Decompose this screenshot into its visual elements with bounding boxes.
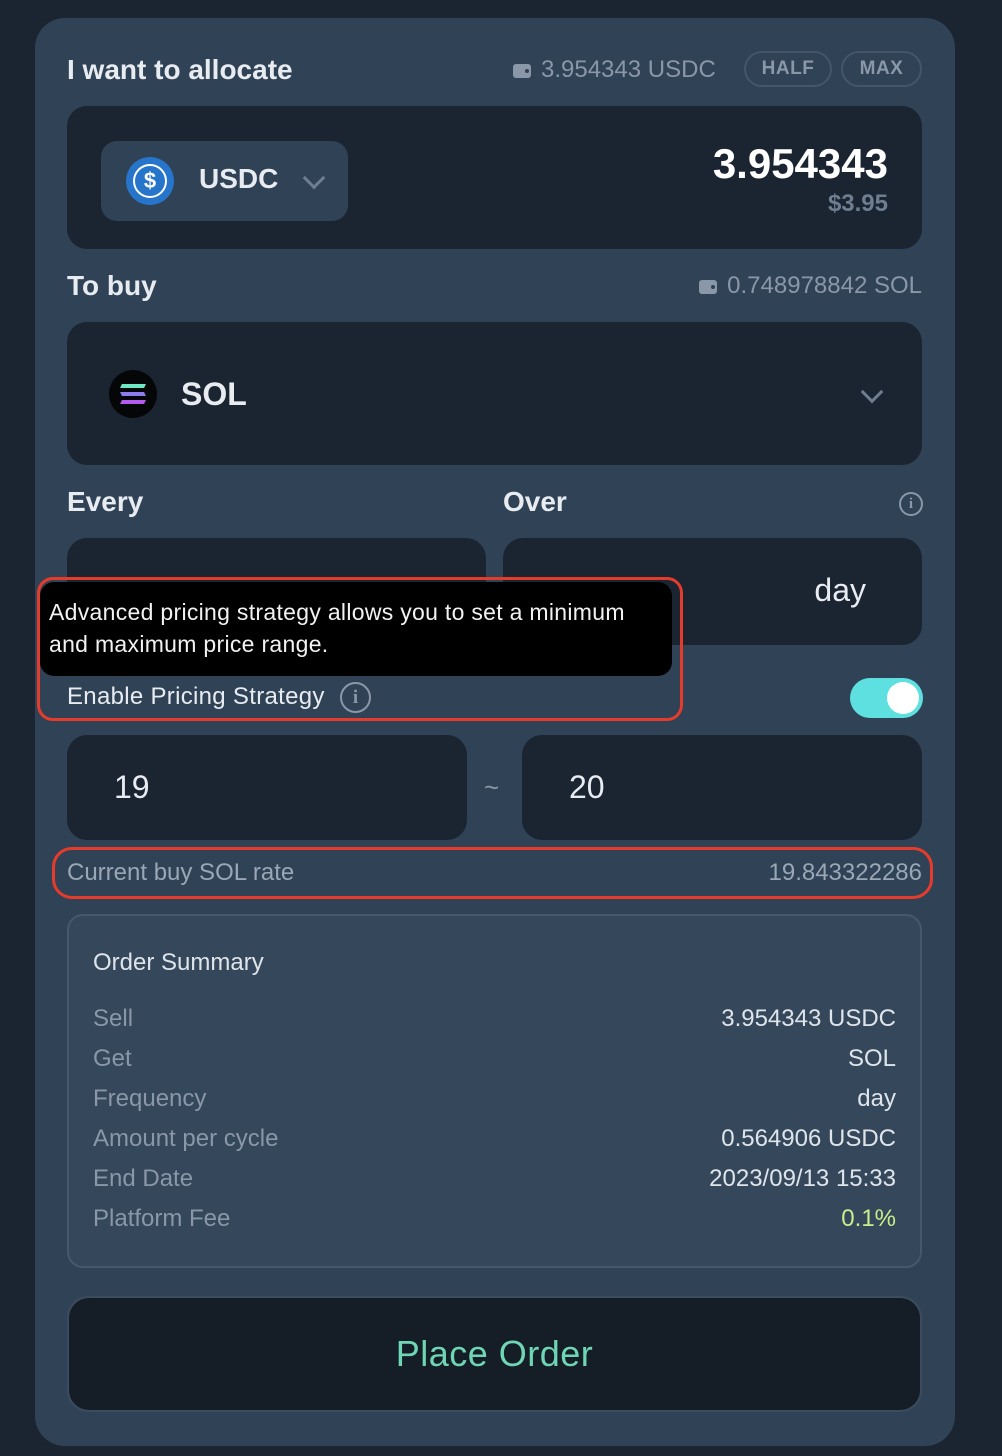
buy-label: To buy xyxy=(67,270,157,301)
buy-balance: 0.748978842 SOL xyxy=(699,272,922,300)
range-separator: ~ xyxy=(484,772,500,802)
summary-row-platform-fee: Platform Fee 0.1% xyxy=(93,1205,896,1233)
summary-value: day xyxy=(857,1085,896,1112)
allocate-usd-value: $3.95 xyxy=(827,190,888,217)
summary-row-amount-per-cycle: Amount per cycle 0.564906 USDC xyxy=(93,1125,896,1153)
chevron-down-icon xyxy=(302,166,326,190)
usdc-icon: $ xyxy=(126,157,174,205)
summary-row-end-date: End Date 2023/09/13 15:33 xyxy=(93,1165,896,1193)
min-price-input[interactable]: 19 xyxy=(67,735,467,840)
summary-label: Amount per cycle xyxy=(93,1125,279,1152)
max-price-input[interactable]: 20 xyxy=(522,735,922,840)
highlight-tooltip-outline xyxy=(37,577,683,721)
wallet-icon xyxy=(513,63,531,78)
info-icon[interactable]: i xyxy=(899,492,923,516)
summary-row-sell: Sell 3.954343 USDC xyxy=(93,1005,896,1033)
place-order-label: Place Order xyxy=(395,1333,594,1374)
over-unit: day xyxy=(814,572,866,608)
summary-value: 3.954343 USDC xyxy=(721,1005,896,1032)
place-order-button[interactable]: Place Order xyxy=(67,1296,922,1412)
allocate-label: I want to allocate xyxy=(67,54,293,85)
token-selector-sol[interactable]: SOL xyxy=(67,322,922,465)
summary-label: Get xyxy=(93,1045,132,1072)
highlight-rate-outline xyxy=(52,847,933,899)
over-label: Over xyxy=(503,486,567,517)
summary-value: 0.564906 USDC xyxy=(721,1125,896,1152)
summary-label: Platform Fee xyxy=(93,1205,231,1232)
summary-label: End Date xyxy=(93,1165,194,1192)
summary-row-frequency: Frequency day xyxy=(93,1085,896,1113)
token-label-sol: SOL xyxy=(181,376,247,412)
every-label: Every xyxy=(67,486,144,517)
summary-label: Sell xyxy=(93,1005,134,1032)
token-label-usdc: USDC xyxy=(199,163,279,194)
wallet-icon xyxy=(699,279,718,294)
sol-icon xyxy=(109,370,157,418)
summary-value: 2023/09/13 15:33 xyxy=(709,1165,896,1192)
summary-row-get: Get SOL xyxy=(93,1045,896,1073)
buy-balance-text: 0.748978842 SOL xyxy=(727,272,922,299)
summary-label: Frequency xyxy=(93,1085,207,1112)
allocate-balance: 3.954343 USDC xyxy=(513,56,716,84)
half-button[interactable]: HALF xyxy=(744,51,832,87)
toggle-knob xyxy=(887,682,919,714)
order-summary-title: Order Summary xyxy=(93,949,264,976)
pricing-toggle[interactable] xyxy=(850,678,923,718)
allocate-amount-input[interactable]: 3.954343 xyxy=(713,140,888,188)
summary-value: 0.1% xyxy=(841,1205,896,1232)
min-price-value: 19 xyxy=(114,769,150,805)
allocate-balance-text: 3.954343 USDC xyxy=(541,56,716,83)
max-button[interactable]: MAX xyxy=(841,51,922,87)
max-price-value: 20 xyxy=(569,769,605,805)
token-selector-usdc[interactable]: $ USDC xyxy=(101,141,348,221)
summary-value: SOL xyxy=(847,1045,896,1072)
chevron-down-icon xyxy=(860,380,884,404)
